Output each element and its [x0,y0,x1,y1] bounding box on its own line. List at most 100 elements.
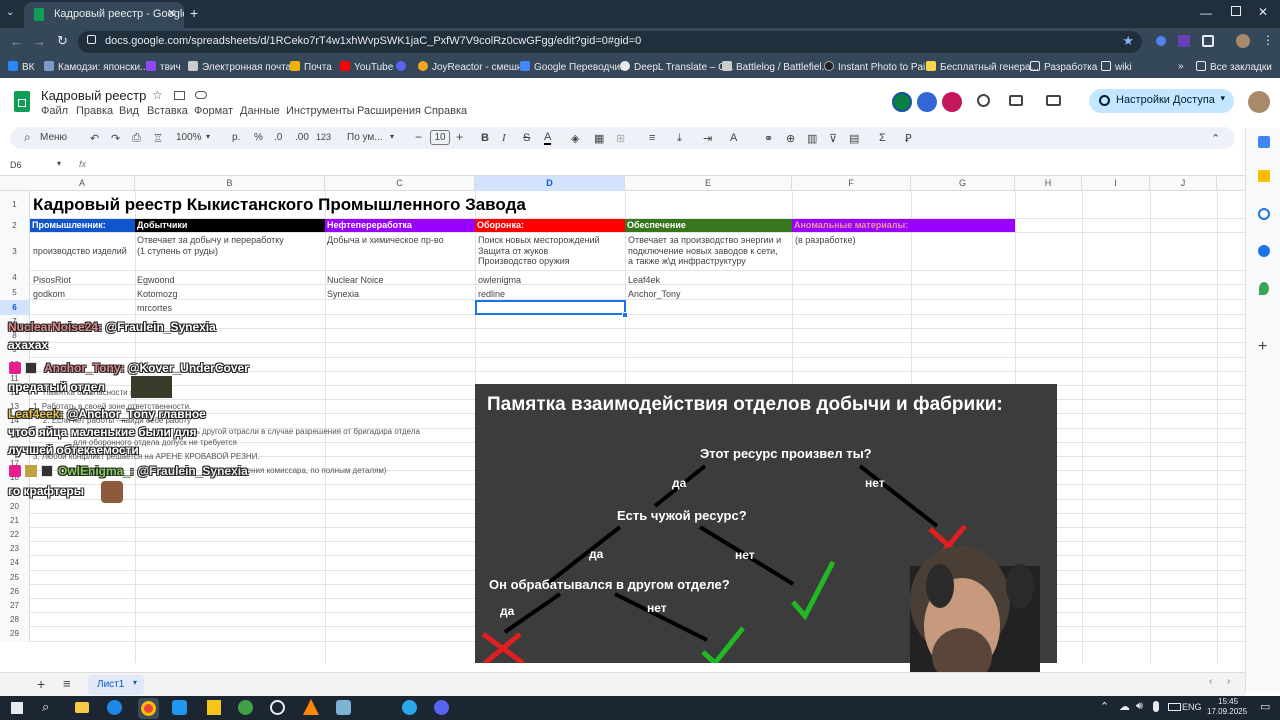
move-folder-icon[interactable] [174,91,185,100]
column-header-c[interactable]: C [325,176,475,191]
doc-title[interactable]: Кадровый реестр [41,88,146,103]
row-header[interactable]: 5 [0,285,30,300]
cell-a3[interactable]: производство изделий [33,246,127,257]
redo-icon[interactable]: ↷ [111,132,120,145]
menu-extensions[interactable]: Расширения [357,105,421,117]
row-header[interactable]: 6 [0,300,30,315]
header-cell-defense[interactable]: Оборонка: [475,219,625,232]
insert-comment-icon[interactable]: ⊕ [786,132,795,145]
bookmark-item[interactable]: DeepL Translate – С... [620,61,734,73]
cell-e3[interactable]: Отвечает за производство энергии и подкл… [628,235,781,267]
number-format-button[interactable]: 123 [316,132,331,142]
functions-icon[interactable]: Σ [879,132,886,144]
currency-format-button[interactable]: р. [232,132,240,143]
search-menus-icon[interactable]: ⌕ [24,130,31,145]
bookmark-item[interactable]: ВК [8,61,35,73]
vlc-icon[interactable] [303,699,319,715]
clock-time[interactable]: 15:45 [1218,697,1238,706]
bookmark-item[interactable]: JoyReactor - смешн... [418,61,531,73]
menu-tools[interactable]: Инструменты [286,105,355,117]
horizontal-align-icon[interactable]: ≡ [649,132,655,144]
browser-tab-active[interactable]: Кадровый реестр - Google Та [24,2,184,28]
row-header[interactable]: 26 [0,584,30,599]
font-size-decrease-button[interactable]: − [415,130,422,144]
column-header-d[interactable]: D [475,176,625,191]
print-icon[interactable]: ⎙ [132,132,141,145]
cell-b4[interactable]: Egwoond [137,275,175,286]
insert-link-icon[interactable]: ⚭ [764,132,773,145]
cell-c4[interactable]: Nuclear Noice [327,275,384,286]
all-bookmarks[interactable]: Все закладки [1196,61,1272,73]
collaborator-avatar[interactable] [892,92,912,112]
notifications-icon[interactable]: ▭ [1260,700,1270,713]
bookmark-item[interactable] [396,61,410,73]
row-header[interactable]: 2 [0,219,30,233]
new-tab-button[interactable]: + [190,5,198,21]
add-addon-icon[interactable]: + [1258,338,1267,356]
cell-d4[interactable]: owlenigma [478,275,521,286]
app-icon[interactable] [336,700,351,715]
contacts-icon[interactable] [1258,245,1270,257]
fill-color-icon[interactable]: ◈ [571,132,579,145]
cell-e5[interactable]: Anchor_Tony [628,289,681,300]
menu-insert[interactable]: Вставка [147,105,188,117]
menu-format[interactable]: Формат [194,105,233,117]
cell-f3[interactable]: (в разработке) [795,235,855,246]
fill-handle[interactable] [622,312,628,318]
column-header-h[interactable]: H [1015,176,1082,191]
cell-a5[interactable]: godkom [33,289,65,300]
maximize-window-button[interactable] [1231,6,1241,16]
menu-view[interactable]: Вид [119,105,139,117]
bookmark-folder[interactable]: wiki [1101,61,1132,73]
scroll-left-icon[interactable]: ‹ [1209,676,1212,687]
discord-icon[interactable] [434,700,449,715]
star-icon[interactable]: ☆ [152,88,163,102]
bookmark-item[interactable]: Google Переводчик [520,61,624,73]
tab-list-button[interactable]: ⌄ [6,7,20,21]
maps-icon[interactable] [1259,282,1269,295]
extension-icon[interactable] [1178,35,1190,47]
mic-icon[interactable] [1153,701,1159,712]
header-cell-supply[interactable]: Обеспечение [625,219,792,232]
column-header-g[interactable]: G [911,176,1015,191]
browser-menu-icon[interactable]: ⋮ [1262,33,1274,47]
header-cell-industrialist[interactable]: Промышленник: [30,219,135,232]
edge-icon[interactable] [107,700,122,715]
paint-format-icon[interactable]: ♖ [153,132,163,145]
header-cell-oil-refining[interactable]: Нефтепереработка [325,219,475,232]
battery-icon[interactable] [1168,703,1181,711]
menu-file[interactable]: Файл [41,105,68,117]
url-input[interactable]: docs.google.com/spreadsheets/d/1RCeko7rT… [78,31,1142,53]
forward-icon[interactable]: → [33,34,46,49]
app-icon[interactable] [207,700,221,715]
row-header[interactable]: 25 [0,570,30,585]
decrease-decimal-button[interactable]: .0 [274,132,282,143]
avatar[interactable] [1236,34,1250,48]
tab-close-icon[interactable]: ✕ [167,7,176,20]
text-color-button[interactable]: A [544,132,552,145]
menu-edit[interactable]: Правка [76,105,113,117]
menu-help[interactable]: Справка [424,105,467,117]
bookmarks-overflow-icon[interactable]: » [1178,61,1184,72]
bookmark-folder[interactable]: Разработка [1030,61,1097,73]
telegram-icon[interactable] [402,700,417,715]
file-explorer-icon[interactable] [75,702,89,713]
text-wrap-icon[interactable]: ⇥ [703,132,712,145]
minimize-window-button[interactable]: — [1200,6,1212,20]
bookmark-star-icon[interactable]: ★ [1122,33,1134,49]
bookmark-item[interactable]: Почта [290,61,332,73]
row-header[interactable]: 3 [0,233,30,271]
bookmark-item[interactable]: Battlelog / Battlefiel... [722,61,830,73]
column-header-e[interactable]: E [625,176,792,191]
close-window-button[interactable]: ✕ [1258,5,1268,19]
clock-date[interactable]: 17.09.2025 [1207,707,1247,716]
row-header[interactable]: 20 [0,499,30,514]
cell-c5[interactable]: Synexia [327,289,359,300]
cell-b3[interactable]: Отвечает за добычу и переработку (1 ступ… [137,235,284,256]
avatar[interactable] [1248,91,1270,113]
extension-icon[interactable] [1156,36,1166,46]
font-size-input[interactable]: 10 [430,130,450,145]
bold-button[interactable]: B [481,132,489,144]
cell-d3[interactable]: Поиск новых месторождений Защита от жуко… [478,235,600,267]
sheets-logo-icon[interactable] [14,91,30,112]
